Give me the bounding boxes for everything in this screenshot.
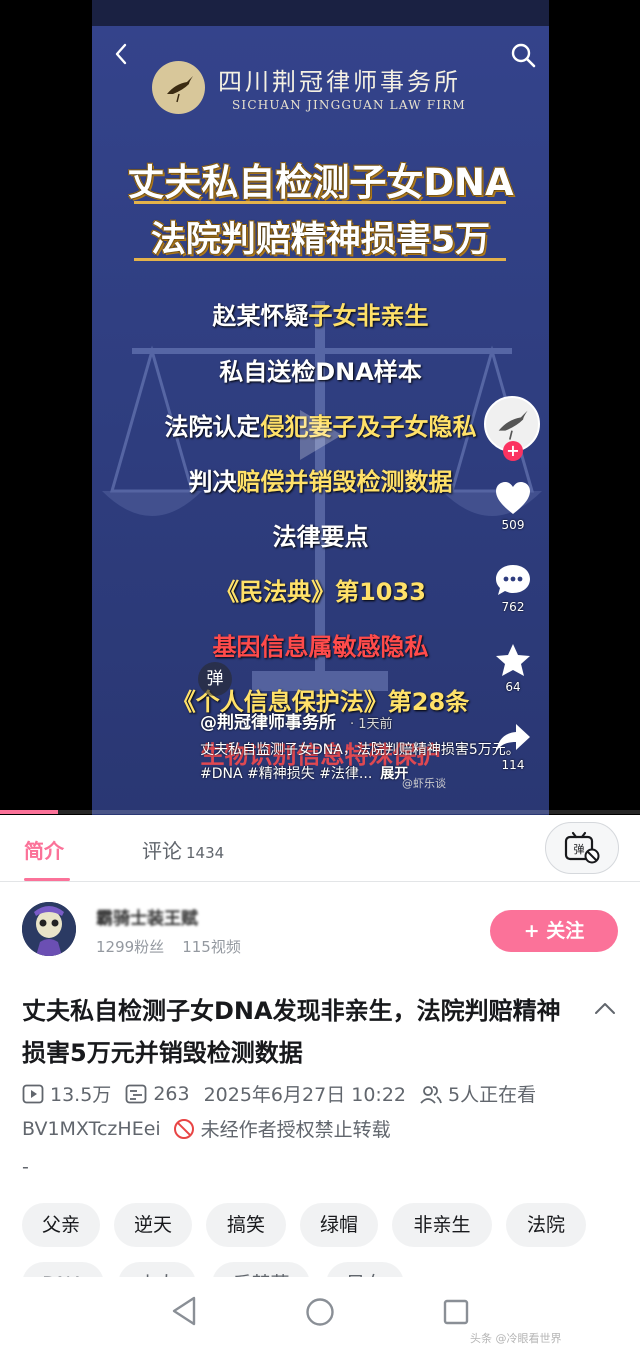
- follow-button[interactable]: + 关注: [490, 910, 618, 952]
- tab-comments-label: 评论: [142, 839, 182, 863]
- overlay-highlight: 基因信息属敏感隐私: [212, 633, 429, 661]
- back-arrow-icon[interactable]: [110, 42, 134, 66]
- people-watching-icon: [420, 1085, 442, 1104]
- watermark: @虾乐谈: [402, 777, 446, 790]
- heart-icon: [496, 482, 530, 514]
- chevron-up-icon[interactable]: [592, 996, 618, 1022]
- danmaku-badge[interactable]: 弹: [198, 662, 232, 696]
- share-arrow-icon: [496, 724, 530, 752]
- bvid-row: BV1MXTczHEei 未经作者授权禁止转载: [22, 1115, 391, 1142]
- favorite-button[interactable]: 64: [484, 642, 542, 694]
- video-headline-line-1: 丈夫私自检测子女DNA: [127, 161, 514, 204]
- bottom-watermark: 头条 @冷眼看世界: [470, 1332, 562, 1345]
- law-firm-logo: [152, 61, 205, 114]
- overlay-highlight: 《民法典》第1033: [215, 578, 426, 606]
- watching-now: 5人正在看: [420, 1080, 536, 1107]
- like-count: 509: [501, 518, 525, 532]
- bvid[interactable]: BV1MXTczHEei: [22, 1118, 161, 1140]
- publish-time: 2025年6月27日 10:22: [203, 1084, 406, 1106]
- comment-button[interactable]: 762: [484, 562, 542, 614]
- video-player[interactable]: 四川荆冠律师事务所 SICHUAN JINGGUAN LAW FIRM 丈夫私自…: [0, 0, 640, 815]
- uploader-handle[interactable]: @荆冠律师事务所 · 1天前: [200, 708, 393, 733]
- tag[interactable]: 搞笑: [206, 1203, 286, 1247]
- overlay-line-6: 《民法典》第1033: [92, 572, 549, 607]
- overlay-text: 法律要点: [272, 523, 369, 551]
- view-count: 13.5万: [22, 1080, 111, 1107]
- watching-now-text: 5人正在看: [448, 1084, 537, 1106]
- no-repost-notice: 未经作者授权禁止转载: [173, 1115, 391, 1142]
- view-count-text: 13.5万: [50, 1084, 112, 1106]
- overlay-text: 赵某怀疑: [212, 302, 309, 330]
- uploader-handle-text: @荆冠律师事务所: [200, 713, 336, 733]
- overlay-line-1: 赵某怀疑子女非亲生: [92, 296, 549, 331]
- overlay-line-5: 法律要点: [92, 517, 549, 552]
- nav-recent-apps-icon[interactable]: [442, 1298, 470, 1326]
- tag[interactable]: 非亲生: [392, 1203, 492, 1247]
- skull-avatar-icon: [22, 902, 76, 956]
- video-meta-row: 13.5万 263 2025年6月27日 10:22 5人正在看: [22, 1080, 550, 1107]
- tag[interactable]: 父亲: [22, 1203, 100, 1247]
- share-count: 114: [501, 758, 525, 772]
- tag[interactable]: 逆天: [114, 1203, 192, 1247]
- no-repost-text: 未经作者授权禁止转载: [200, 1119, 391, 1141]
- overlay-text: 法院认定: [164, 413, 261, 441]
- danmaku-off-icon: 弹: [564, 831, 600, 864]
- uploader-avatar[interactable]: [22, 902, 76, 956]
- play-icon[interactable]: [282, 400, 352, 470]
- tag[interactable]: 法院: [506, 1203, 586, 1247]
- danmaku-count: 263: [125, 1082, 190, 1105]
- search-icon[interactable]: [510, 42, 536, 68]
- uploader-stats: 1299粉丝 115视频: [96, 936, 241, 957]
- comment-count: 762: [501, 600, 525, 614]
- crane-logo-icon: [498, 410, 528, 440]
- tag[interactable]: 绿帽: [300, 1203, 378, 1247]
- post-time: · 1天前: [350, 717, 393, 732]
- play-count-icon: [22, 1084, 44, 1103]
- like-button[interactable]: 509: [484, 480, 542, 532]
- headline-divider: [134, 201, 506, 204]
- overlay-text: 判决: [188, 468, 237, 496]
- star-icon: [496, 644, 530, 676]
- share-button[interactable]: 114: [484, 720, 542, 772]
- frame-top-strip: [92, 0, 549, 26]
- nav-back-icon[interactable]: [170, 1295, 198, 1327]
- danmaku-count-icon: [125, 1084, 147, 1103]
- overlay-highlight: 赔偿并销毁检测数据: [236, 468, 453, 496]
- description-placeholder: -: [22, 1156, 29, 1178]
- overlay-line-7: 基因信息属敏感隐私: [92, 627, 549, 662]
- video-frame[interactable]: 四川荆冠律师事务所 SICHUAN JINGGUAN LAW FIRM 丈夫私自…: [92, 0, 549, 815]
- video-title: 丈夫私自检测子女DNA发现非亲生，法院判赔精神损害5万元并销毁检测数据: [22, 997, 561, 1067]
- uploader-videos: 115视频: [182, 938, 241, 956]
- favorite-count: 64: [505, 680, 521, 694]
- video-headline-line-2: 法院判赔精神损害5万: [150, 220, 491, 260]
- danmaku-toggle-button[interactable]: 弹: [545, 822, 619, 874]
- uploader-name[interactable]: 霸骑士装王赋: [96, 904, 198, 929]
- video-progress-fill: [0, 810, 58, 814]
- comment-bubble-icon: [496, 565, 530, 595]
- law-firm-name-english: SICHUAN JINGGUAN LAW FIRM: [232, 98, 466, 112]
- follow-plus-button[interactable]: +: [503, 441, 523, 461]
- overlay-text: 私自送检DNA样本: [219, 358, 422, 386]
- svg-text:弹: 弹: [574, 842, 585, 856]
- nav-home-icon[interactable]: [305, 1297, 335, 1327]
- prohibited-icon: [173, 1118, 194, 1139]
- tab-comments-count: 1434: [186, 844, 225, 862]
- crane-logo-icon: [166, 75, 193, 102]
- tabs-bar: 简介 评论 1434: [0, 815, 640, 882]
- tab-intro[interactable]: 简介: [24, 835, 64, 864]
- video-progress-bar[interactable]: [0, 810, 640, 814]
- uploader-fans: 1299粉丝: [96, 938, 165, 956]
- tab-comments[interactable]: 评论 1434: [142, 835, 224, 864]
- video-description-text: 丈夫私自监测子女DNA，法院判赔精神损害5万元。#DNA #精神损失 #法律..…: [200, 742, 520, 782]
- danmaku-count-text: 263: [153, 1082, 190, 1105]
- active-tab-indicator: [24, 878, 70, 881]
- overlay-highlight: 子女非亲生: [308, 302, 429, 330]
- headline-divider: [134, 258, 506, 261]
- overlay-line-2: 私自送检DNA样本: [92, 352, 549, 387]
- video-description[interactable]: 丈夫私自监测子女DNA，法院判赔精神损害5万元。#DNA #精神损失 #法律..…: [200, 738, 530, 786]
- law-firm-name: 四川荆冠律师事务所: [218, 68, 461, 96]
